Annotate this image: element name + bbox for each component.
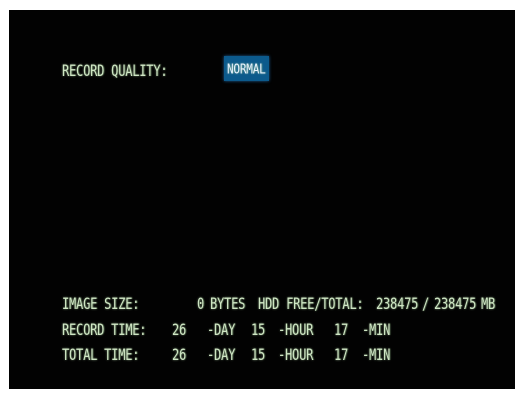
total-time-hours: 15 xyxy=(251,345,266,364)
hdd-total-value: 238475 xyxy=(434,294,477,313)
hdd-unit: MB xyxy=(481,294,496,313)
record-time-days: 26 xyxy=(172,320,187,339)
record-time-day-unit: -DAY xyxy=(207,320,236,339)
record-quality-value: NORMAL xyxy=(227,61,266,77)
record-time-min-unit: -MIN xyxy=(362,320,391,339)
image-size-value: 0 xyxy=(197,294,205,313)
total-time-day-unit: -DAY xyxy=(207,345,236,364)
record-quality-select[interactable]: NORMAL xyxy=(224,56,269,81)
hdd-label: HDD FREE/TOTAL: xyxy=(258,294,364,313)
record-time-minutes: 17 xyxy=(334,320,349,339)
total-time-min-unit: -MIN xyxy=(362,345,391,364)
total-time-days: 26 xyxy=(172,345,187,364)
hdd-free-value: 238475 xyxy=(376,294,419,313)
hdd-separator: / xyxy=(422,294,430,313)
total-time-minutes: 17 xyxy=(334,345,349,364)
record-time-label: RECORD TIME: xyxy=(62,320,147,339)
total-time-label: TOTAL TIME: xyxy=(62,345,140,364)
total-time-hour-unit: -HOUR xyxy=(278,345,314,364)
record-time-hour-unit: -HOUR xyxy=(278,320,314,339)
record-quality-label: RECORD QUALITY: xyxy=(62,61,168,80)
record-time-hours: 15 xyxy=(251,320,266,339)
dvr-osd-screen: RECORD QUALITY: NORMAL IMAGE SIZE: 0 BYT… xyxy=(9,10,515,389)
image-size-unit: BYTES xyxy=(210,294,246,313)
image-size-label: IMAGE SIZE: xyxy=(62,294,140,313)
